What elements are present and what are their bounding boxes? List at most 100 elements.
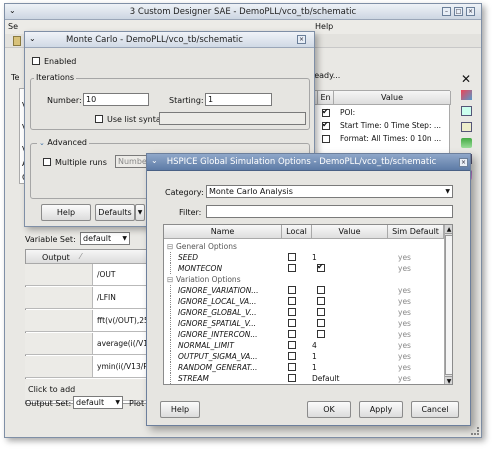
table-row[interactable]: /LFIN xyxy=(25,287,153,309)
value-checkbox[interactable] xyxy=(317,262,325,272)
close-icon[interactable]: × xyxy=(459,158,468,167)
option-row[interactable]: NORMAL_LIMIT 4 yes xyxy=(164,340,444,351)
option-row[interactable]: OUTPUT_SIGMA_VA... 1 yes xyxy=(164,351,444,362)
scroll-down-icon[interactable]: ▼ xyxy=(445,376,452,384)
menu-item-session[interactable]: Se xyxy=(8,22,18,31)
option-row[interactable]: IGNORE_INTERCON... yes xyxy=(164,329,444,340)
local-checkbox[interactable] xyxy=(288,341,296,349)
toolbar-icon[interactable] xyxy=(13,36,21,46)
row-enabled-checkbox[interactable] xyxy=(322,135,330,143)
option-name: IGNORE_VARIATION... xyxy=(178,286,259,295)
multiple-runs-label: Multiple runs xyxy=(55,158,107,167)
table-row[interactable]: ep POI: xyxy=(304,107,451,119)
tree-line xyxy=(170,296,171,307)
local-checkbox[interactable] xyxy=(288,363,296,371)
resize-grip-icon[interactable] xyxy=(471,427,479,435)
collapse-toggle-icon[interactable]: ⊟ xyxy=(167,241,173,252)
option-value[interactable]: Default xyxy=(312,373,339,384)
option-row[interactable]: STREAM Default yes xyxy=(164,373,444,384)
value-checkbox[interactable] xyxy=(317,297,325,305)
local-checkbox[interactable] xyxy=(288,330,296,338)
option-row[interactable]: MONTECON yes xyxy=(164,262,444,274)
table-row[interactable]: Start Time: 0 Time Step: ... xyxy=(304,120,451,132)
main-window-title: 3 Custom Designer SAE - DemoPLL/vco_tb/s… xyxy=(129,7,357,17)
option-row[interactable]: IGNORE_GLOBAL_V... yes xyxy=(164,307,444,318)
option-name: IGNORE_LOCAL_VA... xyxy=(178,297,257,306)
option-value[interactable]: 1 xyxy=(312,362,317,373)
option-row[interactable]: IGNORE_LOCAL_VA... yes xyxy=(164,296,444,307)
option-section-row[interactable]: ⊟ General Options xyxy=(164,241,444,252)
local-checkbox[interactable] xyxy=(288,308,296,316)
close-icon[interactable]: ✕ xyxy=(461,72,471,86)
enabled-label: Enabled xyxy=(44,57,77,66)
option-row[interactable]: SEED 1 yes xyxy=(164,252,444,263)
defaults-dropdown-button[interactable]: ▼ xyxy=(135,204,145,221)
close-icon[interactable]: × xyxy=(297,35,306,44)
starting-field[interactable]: 1 xyxy=(205,93,272,106)
option-section-row[interactable]: ⊟ Variation Options xyxy=(164,274,444,285)
scroll-up-icon[interactable]: ▲ xyxy=(445,225,452,234)
local-checkbox[interactable] xyxy=(288,297,296,305)
minimize-icon[interactable]: – xyxy=(442,7,451,16)
local-checkbox[interactable] xyxy=(288,319,296,327)
defaults-button[interactable]: Defaults xyxy=(95,204,135,221)
close-icon[interactable]: × xyxy=(466,7,475,16)
dropdown-arrow-icon: ▼ xyxy=(115,399,120,406)
scroll-thumb[interactable] xyxy=(445,235,452,375)
option-value[interactable]: 4 xyxy=(312,340,317,351)
help-button[interactable]: Help xyxy=(160,401,200,418)
maximize-icon[interactable]: □ xyxy=(454,7,463,16)
advanced-toggle[interactable]: ⌄ Advanced xyxy=(37,138,89,147)
value-checkbox[interactable] xyxy=(317,308,325,316)
collapse-toggle-icon[interactable]: ⊟ xyxy=(167,274,173,285)
netlist-icon[interactable] xyxy=(461,122,472,132)
menu-item-help[interactable]: Help xyxy=(315,22,333,31)
value-checkbox[interactable] xyxy=(317,286,325,294)
output-set-select[interactable]: default ▼ xyxy=(73,396,123,409)
use-list-syntax-checkbox[interactable] xyxy=(95,115,103,123)
option-row[interactable]: IGNORE_SPATIAL_V... yes xyxy=(164,318,444,329)
row-enabled-checkbox[interactable] xyxy=(322,107,330,117)
multiple-runs-checkbox[interactable] xyxy=(43,158,51,166)
stop-icon[interactable] xyxy=(461,138,472,148)
local-checkbox[interactable] xyxy=(288,352,296,360)
output-column-header: Output xyxy=(42,253,70,262)
number-field[interactable]: 10 xyxy=(83,93,149,106)
table-row[interactable]: /OUT xyxy=(25,264,153,286)
sort-icon: ⁄ xyxy=(80,252,82,261)
help-button[interactable]: Help xyxy=(41,204,91,221)
tree-line xyxy=(170,351,171,362)
table-row[interactable]: average(i(/V13 xyxy=(25,333,153,355)
category-select[interactable]: Monte Carlo Analysis ▼ xyxy=(206,185,453,198)
option-row[interactable]: IGNORE_VARIATION... yes xyxy=(164,285,444,296)
ok-button[interactable]: OK xyxy=(307,401,351,418)
filter-input[interactable] xyxy=(206,205,453,218)
option-value[interactable]: 1 xyxy=(312,351,317,362)
cancel-button[interactable]: Cancel xyxy=(411,401,459,418)
value-checkbox[interactable] xyxy=(317,330,325,338)
row-enabled-checkbox[interactable] xyxy=(322,120,330,130)
waveform-icon[interactable] xyxy=(461,106,472,116)
local-checkbox[interactable] xyxy=(288,253,296,261)
table-row[interactable]: fft(v(/OUT),25 xyxy=(25,310,153,332)
run-icon[interactable] xyxy=(461,90,472,100)
local-checkbox[interactable] xyxy=(288,374,296,382)
option-row[interactable]: RANDOM_GENERAT... 1 yes xyxy=(164,362,444,373)
local-checkbox[interactable] xyxy=(288,286,296,294)
iterations-label: Iterations xyxy=(34,73,77,82)
section-label: Variation Options xyxy=(176,275,241,284)
sim-default-value: yes xyxy=(398,330,411,339)
local-checkbox[interactable] xyxy=(288,264,296,272)
table-row[interactable]: Format: All Times: 0 10n ... xyxy=(304,134,451,145)
apply-button[interactable]: Apply xyxy=(359,401,403,418)
plot-label: Plot xyxy=(129,399,145,408)
option-name: SEED xyxy=(178,253,199,262)
table-row[interactable]: ymin(i(/V13/P xyxy=(25,356,153,378)
list-syntax-field[interactable] xyxy=(159,112,306,125)
options-scrollbar[interactable]: ▲ ▼ xyxy=(444,225,452,384)
option-name: RANDOM_GENERAT... xyxy=(178,363,258,372)
enabled-checkbox[interactable] xyxy=(32,57,40,65)
variable-set-select[interactable]: default ▼ xyxy=(80,232,130,245)
tree-line xyxy=(170,318,171,329)
value-checkbox[interactable] xyxy=(317,319,325,327)
